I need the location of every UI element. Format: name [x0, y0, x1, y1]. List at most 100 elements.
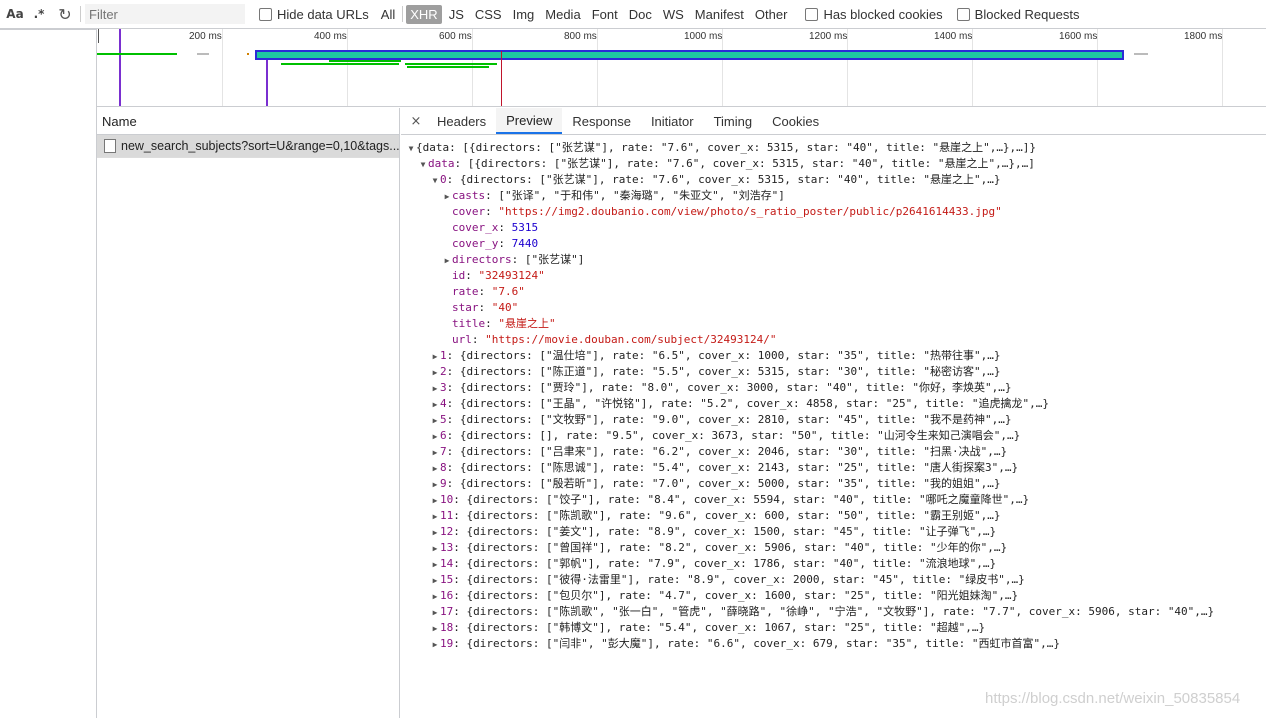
collapsed-arrow-icon[interactable]: ▶ [430, 445, 440, 461]
tree-node-item[interactable]: ▶ 6: {directors: [], rate: "9.5", cover_x… [401, 428, 1266, 444]
tab-headers[interactable]: Headers [427, 108, 496, 134]
filter-type-other[interactable]: Other [751, 5, 792, 24]
tree-node-key: 14 [440, 557, 454, 570]
tree-node-item[interactable]: ▶ 9: {directors: ["殷若昕"], rate: "7.0", co… [401, 476, 1266, 492]
collapsed-arrow-icon[interactable]: ▶ [430, 589, 440, 605]
tab-timing[interactable]: Timing [704, 108, 763, 134]
tree-node-item[interactable]: ▶ 7: {directors: ["吕聿来"], rate: "6.2", co… [401, 444, 1266, 460]
tree-node-summary: {directors: ["温仕培"], rate: "6.5", cover_… [459, 349, 1001, 362]
match-case-button[interactable]: Aa [0, 0, 26, 29]
tree-node-item[interactable]: ▶ 18: {directors: ["韩博文"], rate: "5.4", c… [401, 620, 1266, 636]
close-icon[interactable]: × [405, 108, 427, 134]
checkbox-icon[interactable] [805, 7, 819, 21]
tree-node-key: 0 [440, 173, 447, 186]
collapsed-arrow-icon[interactable]: ▶ [430, 637, 440, 653]
finish-marker [501, 51, 502, 106]
filter-type-css[interactable]: CSS [471, 5, 506, 24]
filter-type-media[interactable]: Media [541, 5, 584, 24]
tree-node-summary: {directors: ["闫非", "彭大魔"], rate: "6.6", … [466, 637, 1060, 650]
filter-type-font[interactable]: Font [588, 5, 622, 24]
selected-request-bar[interactable] [255, 50, 1124, 60]
timeline-request-bar [329, 60, 401, 62]
hide-data-urls-checkbox[interactable]: Hide data URLs [259, 7, 369, 22]
tree-node-item[interactable]: ▶ 16: {directors: ["包贝尔"], rate: "4.7", c… [401, 588, 1266, 604]
checkbox-icon[interactable] [259, 7, 272, 21]
timeline-grid-line [222, 29, 223, 106]
tree-node-key: 2 [440, 365, 447, 378]
filter-type-xhr[interactable]: XHR [406, 4, 442, 24]
tree-node-item[interactable]: ▶ 19: {directors: ["闫非", "彭大魔"], rate: "6… [401, 636, 1266, 652]
expanded-arrow-icon[interactable]: ▼ [430, 173, 440, 189]
tree-node-item[interactable]: ▶ 5: {directors: ["文牧野"], rate: "9.0", co… [401, 412, 1266, 428]
blocked-requests-checkbox[interactable]: Blocked Requests [956, 7, 1079, 22]
tree-node-item[interactable]: ▶ 4: {directors: ["王晶", "许悦铭"], rate: "5.… [401, 396, 1266, 412]
filter-input[interactable] [85, 4, 245, 24]
timeline-request-bar [97, 53, 177, 55]
tree-node-data[interactable]: ▼ data: [{directors: ["张艺谋"], rate: "7.6"… [401, 156, 1266, 172]
name-column-header[interactable]: Name [97, 108, 399, 135]
tree-node-summary: {directors: [], rate: "9.5", cover_x: 36… [459, 429, 1021, 442]
tree-node-item[interactable]: ▶ 12: {directors: ["姜文"], rate: "8.9", co… [401, 524, 1266, 540]
filter-type-manifest[interactable]: Manifest [691, 5, 748, 24]
collapsed-arrow-icon[interactable]: ▶ [430, 493, 440, 509]
collapsed-arrow-icon[interactable]: ▶ [430, 605, 440, 621]
collapsed-arrow-icon[interactable]: ▶ [430, 349, 440, 365]
tab-preview[interactable]: Preview [496, 108, 563, 134]
timeline-request-bar [281, 63, 399, 65]
reload-icon[interactable]: ↻ [52, 0, 78, 29]
expanded-arrow-icon[interactable]: ▼ [406, 141, 416, 157]
tree-node-key: 12 [440, 525, 454, 538]
tree-node-item[interactable]: ▶ 8: {directors: ["陈思诚"], rate: "5.4", co… [401, 460, 1266, 476]
tree-node-item[interactable]: ▶ 10: {directors: ["饺子"], rate: "8.4", co… [401, 492, 1266, 508]
tree-node-item[interactable]: ▶ 14: {directors: ["郭帆"], rate: "7.9", co… [401, 556, 1266, 572]
collapsed-arrow-icon[interactable]: ▶ [430, 413, 440, 429]
collapsed-arrow-icon[interactable]: ▶ [430, 397, 440, 413]
collapsed-arrow-icon[interactable]: ▶ [430, 541, 440, 557]
tree-node-item[interactable]: ▶ 1: {directors: ["温仕培"], rate: "6.5", co… [401, 348, 1266, 364]
tree-node-item[interactable]: ▼ 0: {directors: ["张艺谋"], rate: "7.6", co… [401, 172, 1266, 188]
tree-node-item[interactable]: ▶ 17: {directors: ["陈凯歌", "张一白", "管虎", "薛… [401, 604, 1266, 620]
collapsed-arrow-icon[interactable]: ▶ [430, 429, 440, 445]
tab-cookies[interactable]: Cookies [762, 108, 829, 134]
collapsed-arrow-icon[interactable]: ▶ [442, 253, 452, 269]
tree-node-item[interactable]: ▶ 3: {directors: ["贾玲"], rate: "8.0", cov… [401, 380, 1266, 396]
filter-type-js[interactable]: JS [445, 5, 468, 24]
request-detail-panel: × Headers Preview Response Initiator Tim… [401, 108, 1266, 718]
collapsed-arrow-icon[interactable]: ▶ [430, 365, 440, 381]
filter-type-doc[interactable]: Doc [625, 5, 656, 24]
tree-node-item[interactable]: ▶ 11: {directors: ["陈凯歌"], rate: "9.6", c… [401, 508, 1266, 524]
collapsed-arrow-icon[interactable]: ▶ [430, 621, 440, 637]
filter-type-ws[interactable]: WS [659, 5, 688, 24]
checkbox-icon[interactable] [956, 7, 970, 21]
tab-response[interactable]: Response [562, 108, 641, 134]
tree-node-item[interactable]: ▶ 2: {directors: ["陈正道"], rate: "5.5", co… [401, 364, 1266, 380]
collapsed-arrow-icon[interactable]: ▶ [430, 381, 440, 397]
collapsed-arrow-icon[interactable]: ▶ [430, 461, 440, 477]
tree-node-summary: {directors: ["姜文"], rate: "8.9", cover_x… [466, 525, 997, 538]
regex-button[interactable]: .* [26, 0, 52, 29]
network-overview-timeline[interactable]: 200 ms 400 ms 600 ms 800 ms 1000 ms 1200… [97, 29, 1266, 107]
timeline-tick-label: 1400 ms [934, 31, 973, 42]
collapsed-arrow-icon[interactable]: ▶ [430, 509, 440, 525]
tree-node-summary: {directors: ["包贝尔"], rate: "4.7", cover_… [466, 589, 1019, 602]
filter-type-img[interactable]: Img [509, 5, 539, 24]
collapsed-arrow-icon[interactable]: ▶ [430, 573, 440, 589]
request-row[interactable]: new_search_subjects?sort=U&range=0,10&ta… [97, 135, 399, 158]
tab-initiator[interactable]: Initiator [641, 108, 704, 134]
collapsed-arrow-icon[interactable]: ▶ [430, 557, 440, 573]
collapsed-arrow-icon[interactable]: ▶ [430, 477, 440, 493]
collapsed-arrow-icon[interactable]: ▶ [430, 525, 440, 541]
tree-field-directors[interactable]: ▶ directors: ["张艺谋"] [401, 252, 1266, 268]
tree-node-item[interactable]: ▶ 13: {directors: ["曾国祥"], rate: "8.2", c… [401, 540, 1266, 556]
tree-node-summary: {directors: ["陈正道"], rate: "5.5", cover_… [459, 365, 1001, 378]
filter-type-all[interactable]: All [377, 5, 399, 24]
collapsed-arrow-icon[interactable]: ▶ [442, 189, 452, 205]
tree-node-item[interactable]: ▶ 15: {directors: ["彼得·法雷里"], rate: "8.9"… [401, 572, 1266, 588]
timeline-request-bar [197, 53, 209, 55]
tree-field-casts[interactable]: ▶ casts: ["张译", "于和伟", "秦海璐", "朱亚文", "刘浩存… [401, 188, 1266, 204]
tree-node-key: 18 [440, 621, 454, 634]
expanded-arrow-icon[interactable]: ▼ [418, 157, 428, 173]
collapsed-items: ▶ 1: {directors: ["温仕培"], rate: "6.5", co… [401, 348, 1266, 652]
tree-node-root[interactable]: ▼ {data: [{directors: ["张艺谋"], rate: "7.6… [401, 140, 1266, 156]
has-blocked-cookies-checkbox[interactable]: Has blocked cookies [805, 7, 943, 22]
